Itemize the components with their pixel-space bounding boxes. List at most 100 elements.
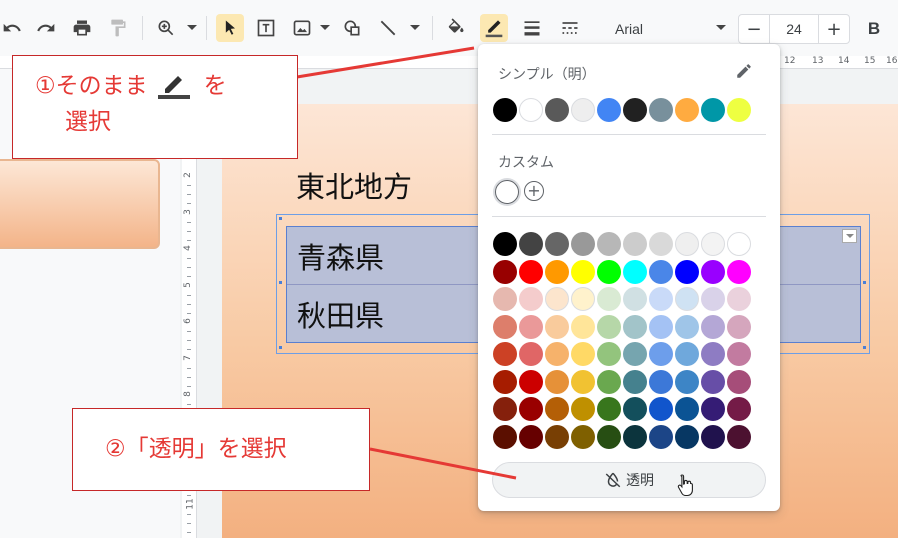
palette-color-swatch[interactable]: [675, 397, 699, 421]
font-size-decrease-button[interactable]: −: [739, 15, 770, 43]
palette-color-swatch[interactable]: [675, 259, 699, 284]
palette-color-swatch[interactable]: [545, 369, 569, 394]
palette-color-swatch[interactable]: [727, 397, 751, 421]
palette-color-swatch[interactable]: [571, 259, 595, 284]
palette-color-swatch[interactable]: [649, 232, 673, 256]
palette-color-swatch[interactable]: [649, 397, 673, 421]
palette-color-swatch[interactable]: [597, 369, 621, 394]
resize-handle[interactable]: [279, 217, 282, 220]
palette-color-swatch[interactable]: [727, 287, 751, 311]
palette-color-swatch[interactable]: [701, 342, 725, 366]
palette-color-swatch[interactable]: [571, 424, 595, 449]
palette-color-swatch[interactable]: [623, 342, 647, 366]
palette-color-swatch[interactable]: [623, 369, 647, 394]
text-box-icon[interactable]: [252, 14, 280, 42]
transparent-button[interactable]: 透明: [492, 462, 766, 498]
palette-color-swatch[interactable]: [493, 314, 517, 339]
theme-color-swatch[interactable]: [675, 98, 699, 122]
palette-color-swatch[interactable]: [727, 314, 751, 339]
font-size-input[interactable]: 24: [770, 15, 818, 43]
palette-color-swatch[interactable]: [519, 314, 543, 339]
palette-color-swatch[interactable]: [493, 369, 517, 394]
slide-heading[interactable]: 東北地方: [296, 164, 412, 206]
border-color-icon[interactable]: [480, 14, 508, 42]
palette-color-swatch[interactable]: [701, 424, 725, 449]
palette-color-swatch[interactable]: [545, 232, 569, 256]
resize-handle[interactable]: [863, 346, 866, 349]
palette-color-swatch[interactable]: [597, 259, 621, 284]
palette-color-swatch[interactable]: [571, 369, 595, 394]
palette-color-swatch[interactable]: [727, 232, 751, 256]
slide-thumbnail[interactable]: [0, 159, 160, 249]
palette-color-swatch[interactable]: [493, 259, 517, 284]
palette-color-swatch[interactable]: [649, 259, 673, 284]
palette-color-swatch[interactable]: [701, 232, 725, 256]
palette-color-swatch[interactable]: [701, 314, 725, 339]
palette-color-swatch[interactable]: [727, 424, 751, 449]
image-icon[interactable]: [288, 14, 316, 42]
theme-color-swatch[interactable]: [519, 98, 543, 122]
custom-color-swatch[interactable]: [495, 180, 519, 204]
line-icon[interactable]: [374, 14, 402, 42]
zoom-caret-icon[interactable]: [187, 25, 197, 30]
palette-color-swatch[interactable]: [701, 397, 725, 421]
undo-icon[interactable]: [0, 14, 26, 42]
palette-color-swatch[interactable]: [597, 314, 621, 339]
palette-color-swatch[interactable]: [649, 342, 673, 366]
palette-color-swatch[interactable]: [545, 424, 569, 449]
palette-color-swatch[interactable]: [675, 314, 699, 339]
palette-color-swatch[interactable]: [545, 259, 569, 284]
palette-color-swatch[interactable]: [675, 287, 699, 311]
palette-color-swatch[interactable]: [493, 397, 517, 421]
print-icon[interactable]: [68, 14, 96, 42]
palette-color-swatch[interactable]: [571, 397, 595, 421]
palette-color-swatch[interactable]: [649, 314, 673, 339]
palette-color-swatch[interactable]: [623, 287, 647, 311]
palette-color-swatch[interactable]: [623, 397, 647, 421]
theme-color-swatch[interactable]: [597, 98, 621, 122]
palette-color-swatch[interactable]: [519, 369, 543, 394]
palette-color-swatch[interactable]: [701, 287, 725, 311]
palette-color-swatch[interactable]: [649, 369, 673, 394]
theme-color-swatch[interactable]: [571, 98, 595, 122]
palette-color-swatch[interactable]: [545, 287, 569, 311]
palette-color-swatch[interactable]: [519, 397, 543, 421]
edit-theme-pencil-icon[interactable]: [735, 62, 753, 80]
line-caret-icon[interactable]: [410, 25, 420, 30]
palette-color-swatch[interactable]: [493, 232, 517, 256]
palette-color-swatch[interactable]: [493, 424, 517, 449]
paint-format-icon[interactable]: [104, 14, 132, 42]
add-custom-color-icon[interactable]: +: [524, 181, 544, 201]
palette-color-swatch[interactable]: [649, 424, 673, 449]
palette-color-swatch[interactable]: [675, 369, 699, 394]
resize-handle[interactable]: [279, 346, 282, 349]
palette-color-swatch[interactable]: [597, 342, 621, 366]
border-weight-icon[interactable]: [518, 14, 546, 42]
theme-color-swatch[interactable]: [649, 98, 673, 122]
palette-color-swatch[interactable]: [571, 342, 595, 366]
zoom-icon[interactable]: [152, 14, 180, 42]
palette-color-swatch[interactable]: [675, 424, 699, 449]
font-caret-icon[interactable]: [716, 25, 726, 30]
shape-icon[interactable]: [338, 14, 366, 42]
palette-color-swatch[interactable]: [701, 259, 725, 284]
resize-handle[interactable]: [863, 281, 866, 284]
theme-color-swatch[interactable]: [545, 98, 569, 122]
select-cursor-icon[interactable]: [216, 14, 244, 42]
palette-color-swatch[interactable]: [519, 287, 543, 311]
palette-color-swatch[interactable]: [623, 232, 647, 256]
redo-icon[interactable]: [32, 14, 60, 42]
palette-color-swatch[interactable]: [597, 397, 621, 421]
palette-color-swatch[interactable]: [649, 287, 673, 311]
palette-color-swatch[interactable]: [545, 397, 569, 421]
palette-color-swatch[interactable]: [519, 342, 543, 366]
palette-color-swatch[interactable]: [623, 424, 647, 449]
palette-color-swatch[interactable]: [545, 342, 569, 366]
bold-button[interactable]: B: [860, 14, 888, 44]
theme-color-swatch[interactable]: [701, 98, 725, 122]
palette-color-swatch[interactable]: [623, 314, 647, 339]
palette-color-swatch[interactable]: [597, 287, 621, 311]
font-family-dropdown[interactable]: Arial: [602, 14, 730, 44]
palette-color-swatch[interactable]: [675, 232, 699, 256]
border-dash-icon[interactable]: [556, 14, 584, 42]
